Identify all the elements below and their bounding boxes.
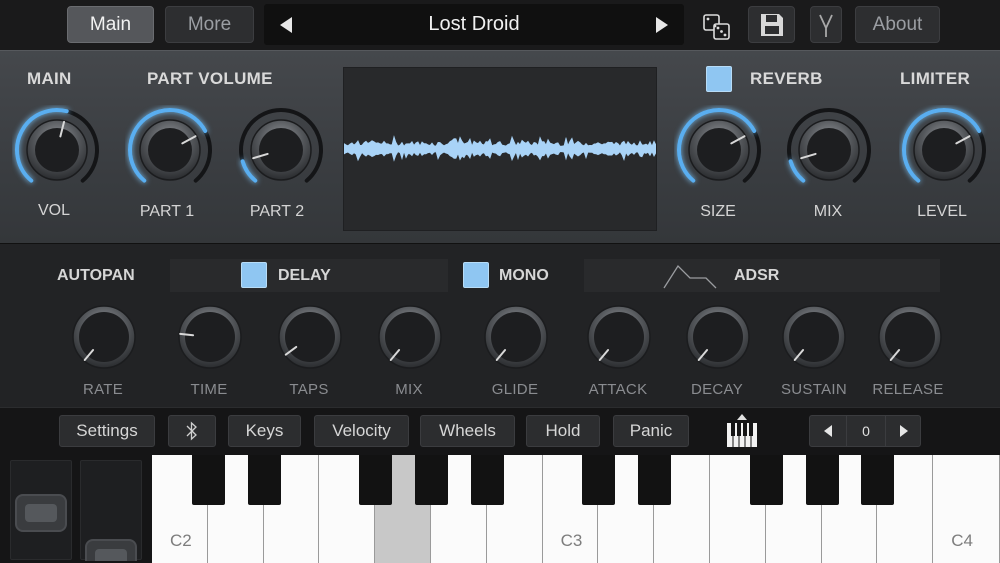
- reverb-mix-label: MIX: [813, 203, 843, 220]
- level-label: LEVEL: [917, 203, 967, 220]
- black-key-as2[interactable]: [470, 455, 504, 505]
- mod-wheel-handle[interactable]: [85, 539, 137, 561]
- limiter-label: LIMITER: [900, 69, 971, 88]
- delay-label: DELAY: [278, 267, 331, 284]
- delay-checkbox[interactable]: [241, 262, 267, 288]
- autopan-label: AUTOPAN: [57, 267, 135, 284]
- bluetooth-icon: [186, 421, 197, 441]
- keyboard-toolbar: Settings Keys Velocity Wheels Hold Panic…: [0, 407, 1000, 455]
- octave-control: 0: [809, 415, 921, 447]
- top-bar: Main More Lost Droid About: [0, 0, 1000, 50]
- reverb-label: REVERB: [750, 69, 823, 88]
- panic-button[interactable]: Panic: [613, 415, 689, 447]
- reverb-checkbox[interactable]: [706, 66, 732, 92]
- save-button[interactable]: [748, 6, 795, 43]
- fork-icon: [819, 14, 833, 37]
- mono-label: MONO: [499, 267, 549, 284]
- about-button[interactable]: About: [855, 6, 940, 43]
- glide-label: GLIDE: [491, 381, 539, 398]
- tab-more[interactable]: More: [165, 6, 254, 43]
- note-label: C4: [951, 531, 973, 550]
- attack-label: ATTACK: [588, 381, 648, 398]
- part2-knob[interactable]: [236, 105, 326, 200]
- part1-label: PART 1: [139, 203, 195, 220]
- main-section-label: MAIN: [27, 69, 72, 88]
- time-knob[interactable]: [177, 304, 243, 375]
- rate-label: RATE: [82, 381, 124, 398]
- waveform: [343, 135, 657, 162]
- save-icon: [760, 14, 783, 36]
- settings-button[interactable]: Settings: [59, 415, 155, 447]
- size-label: SIZE: [700, 203, 736, 220]
- pitch-wheel[interactable]: [10, 460, 72, 560]
- wheels-area: [0, 455, 152, 563]
- black-key-cs2[interactable]: [191, 455, 225, 505]
- delay-mix-knob[interactable]: [377, 304, 443, 375]
- adsr-label: ADSR: [734, 267, 780, 284]
- piano-icon[interactable]: [726, 413, 758, 449]
- limiter-level-knob[interactable]: [899, 105, 989, 200]
- release-knob[interactable]: [877, 304, 943, 375]
- octave-value: 0: [846, 416, 886, 446]
- vol-label: VOL: [37, 202, 70, 219]
- part-volume-label: PART VOLUME: [147, 69, 273, 88]
- octave-down-icon[interactable]: [822, 424, 834, 438]
- velocity-button[interactable]: Velocity: [314, 415, 409, 447]
- effects-panel: AUTOPAN DELAY MONO ADSR RATE TIME TAPS M…: [0, 243, 1000, 407]
- piano-keyboard: C2 C3 C4: [152, 455, 1000, 563]
- black-key-ds2[interactable]: [247, 455, 281, 505]
- sustain-knob[interactable]: [781, 304, 847, 375]
- rate-knob[interactable]: [71, 304, 137, 375]
- note-label: C2: [170, 531, 192, 550]
- keys-button[interactable]: Keys: [228, 415, 301, 447]
- black-key-gs2[interactable]: [415, 455, 448, 505]
- pitch-wheel-handle[interactable]: [15, 494, 67, 532]
- delay-mix-label: MIX: [395, 381, 423, 398]
- dice-icon[interactable]: [700, 6, 734, 43]
- white-key-c4[interactable]: C4: [933, 455, 1000, 563]
- bluetooth-button[interactable]: [168, 415, 216, 447]
- sustain-label: SUSTAIN: [781, 381, 847, 398]
- preset-name[interactable]: Lost Droid: [304, 4, 644, 45]
- black-key-fs2[interactable]: [359, 455, 393, 505]
- mod-wheel[interactable]: [80, 460, 142, 561]
- black-key-gs3[interactable]: [805, 455, 839, 505]
- decay-label: DECAY: [690, 381, 744, 398]
- tab-main[interactable]: Main: [67, 6, 154, 43]
- adsr-envelope-icon: [663, 264, 717, 289]
- note-label: C3: [560, 531, 583, 550]
- vol-knob[interactable]: [12, 105, 102, 200]
- taps-knob[interactable]: [277, 304, 343, 375]
- glide-knob[interactable]: [483, 304, 549, 375]
- hold-button[interactable]: Hold: [526, 415, 600, 447]
- part2-label: PART 2: [249, 203, 305, 220]
- reverb-mix-knob[interactable]: [784, 105, 874, 200]
- decay-knob[interactable]: [685, 304, 751, 375]
- main-panel: MAIN PART VOLUME VOL PART 1 PART 2 REVER…: [0, 50, 1000, 243]
- preset-selector: Lost Droid: [264, 4, 684, 45]
- fork-button[interactable]: [810, 6, 842, 43]
- part1-knob[interactable]: [125, 105, 215, 200]
- arrow-left-icon[interactable]: [280, 17, 292, 33]
- wheels-button[interactable]: Wheels: [420, 415, 515, 447]
- waveform-display: [343, 67, 657, 231]
- black-key-as3[interactable]: [861, 455, 895, 505]
- black-key-ds3[interactable]: [638, 455, 672, 505]
- black-key-cs3[interactable]: [582, 455, 616, 505]
- size-knob[interactable]: [674, 105, 764, 200]
- taps-label: TAPS: [289, 381, 329, 398]
- mono-checkbox[interactable]: [463, 262, 489, 288]
- release-label: RELEASE: [872, 381, 944, 398]
- attack-knob[interactable]: [586, 304, 652, 375]
- time-label: TIME: [190, 381, 228, 398]
- black-key-fs3[interactable]: [749, 455, 783, 505]
- arrow-right-icon[interactable]: [656, 17, 668, 33]
- octave-up-icon[interactable]: [898, 424, 910, 438]
